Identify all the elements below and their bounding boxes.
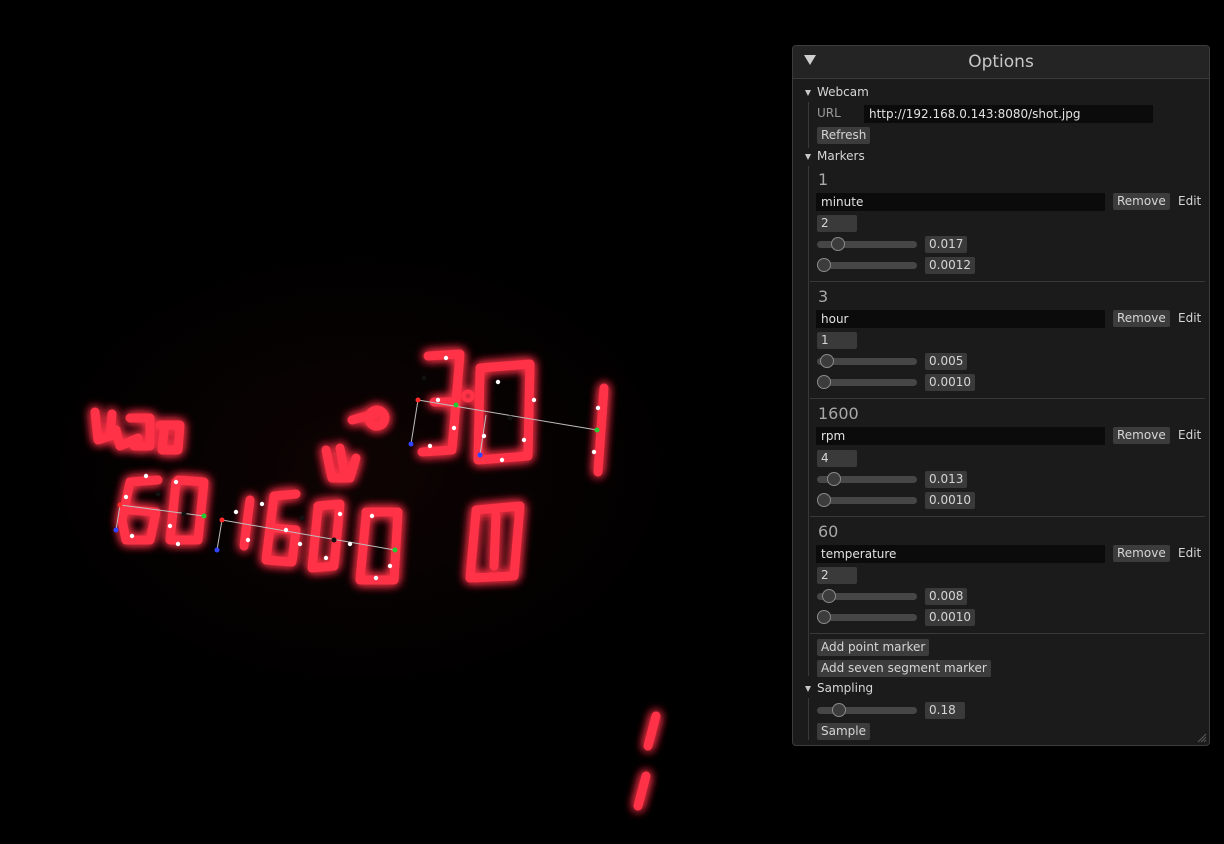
tolerance-slider-handle[interactable]: [817, 493, 831, 507]
marker-reading: 60: [818, 522, 839, 541]
digits-input[interactable]: 2: [817, 567, 857, 584]
webcam-indent-line: [808, 102, 809, 148]
remove-button[interactable]: Remove: [1113, 310, 1170, 327]
tolerance-slider-handle[interactable]: [817, 258, 831, 272]
sampling-slider-handle[interactable]: [832, 703, 846, 717]
options-titlebar[interactable]: Options: [793, 46, 1209, 79]
remove-button[interactable]: Remove: [1113, 193, 1170, 210]
tolerance-value[interactable]: 0.0010: [925, 609, 975, 626]
tolerance-slider-handle[interactable]: [817, 610, 831, 624]
digits-input[interactable]: 2: [817, 215, 857, 232]
tolerance-slider-track[interactable]: [817, 497, 917, 504]
edit-button[interactable]: Edit: [1178, 546, 1201, 560]
webcam-section-header[interactable]: Webcam: [817, 85, 869, 99]
digits-input[interactable]: 1: [817, 332, 857, 349]
threshold-value[interactable]: 0.017: [925, 236, 968, 253]
url-input[interactable]: http://192.168.0.143:8080/shot.jpg: [864, 105, 1153, 123]
threshold-value[interactable]: 0.005: [925, 353, 968, 370]
threshold-value[interactable]: 0.013: [925, 471, 968, 488]
threshold-slider-handle[interactable]: [820, 354, 834, 368]
edit-button[interactable]: Edit: [1178, 311, 1201, 325]
add-seven-segment-marker-button[interactable]: Add seven segment marker: [817, 660, 991, 677]
sampling-expand-icon[interactable]: [805, 686, 811, 692]
threshold-slider-handle[interactable]: [822, 589, 836, 603]
marker-divider: [810, 281, 1205, 282]
webcam-expand-icon[interactable]: [805, 90, 811, 96]
markers-expand-icon[interactable]: [805, 154, 811, 160]
sample-button[interactable]: Sample: [817, 723, 870, 740]
remove-button[interactable]: Remove: [1113, 545, 1170, 562]
threshold-value[interactable]: 0.008: [925, 588, 968, 605]
edit-button[interactable]: Edit: [1178, 428, 1201, 442]
sampling-value[interactable]: 0.18: [925, 702, 965, 719]
marker-divider: [810, 516, 1205, 517]
digits-input[interactable]: 4: [817, 450, 857, 467]
url-label: URL: [817, 106, 841, 120]
marker-name-input[interactable]: rpm: [816, 427, 1105, 445]
marker-reading: 1: [818, 170, 829, 189]
tolerance-value[interactable]: 0.0010: [925, 492, 975, 509]
marker-divider: [810, 633, 1205, 634]
resize-grip-icon[interactable]: [1197, 733, 1207, 743]
marker-name-input[interactable]: hour: [816, 310, 1105, 328]
add-point-marker-button[interactable]: Add point marker: [817, 639, 930, 656]
sampling-indent-line: [808, 698, 809, 740]
tolerance-slider-track[interactable]: [817, 614, 917, 621]
marker-name-input[interactable]: minute: [816, 193, 1105, 211]
threshold-slider-handle[interactable]: [827, 472, 841, 486]
marker-name-input[interactable]: temperature: [816, 545, 1105, 563]
tolerance-value[interactable]: 0.0012: [925, 257, 975, 274]
remove-button[interactable]: Remove: [1113, 427, 1170, 444]
marker-reading: 3: [818, 287, 829, 306]
sampling-section-header[interactable]: Sampling: [817, 681, 873, 695]
options-title: Options: [968, 52, 1034, 72]
tolerance-slider-track[interactable]: [817, 262, 917, 269]
tolerance-slider-track[interactable]: [817, 379, 917, 386]
marker-divider: [810, 398, 1205, 399]
options-window: Options Webcam URL http://192.168.0.143:…: [792, 45, 1210, 746]
markers-indent-line: [808, 166, 809, 676]
threshold-slider-handle[interactable]: [831, 237, 845, 251]
tolerance-value[interactable]: 0.0010: [925, 374, 975, 391]
tolerance-slider-handle[interactable]: [817, 375, 831, 389]
marker-reading: 1600: [818, 404, 859, 423]
edit-button[interactable]: Edit: [1178, 194, 1201, 208]
refresh-button[interactable]: Refresh: [817, 127, 871, 144]
markers-section-header[interactable]: Markers: [817, 149, 865, 163]
